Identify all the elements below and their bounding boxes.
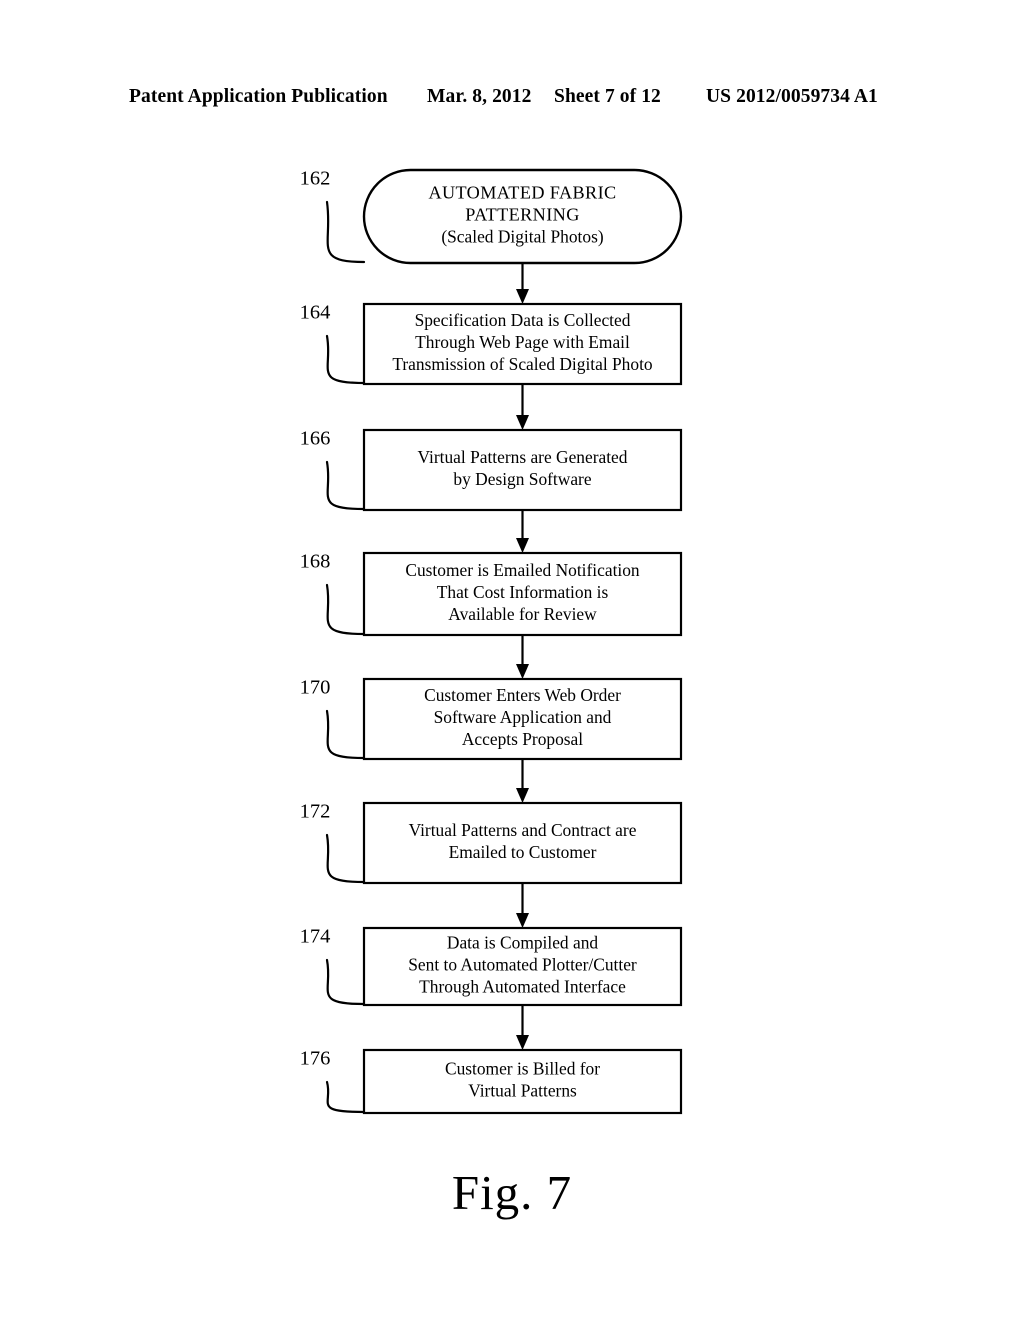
node-text-line: PATTERNING <box>465 205 579 225</box>
arrowhead-icon <box>516 913 529 928</box>
node-text-line: Virtual Patterns and Contract are <box>409 820 637 840</box>
arrowhead-icon <box>516 1035 529 1050</box>
flow-node-162: AUTOMATED FABRICPATTERNING(Scaled Digita… <box>362 168 683 265</box>
node-text-line: by Design Software <box>453 469 591 489</box>
reference-number: 162 <box>300 168 331 190</box>
flow-node-174: Data is Compiled andSent to Automated Pl… <box>362 926 683 1007</box>
arrowhead-icon <box>516 289 529 304</box>
reference-leader-176: 176 <box>300 1048 366 1114</box>
reference-number: 176 <box>300 1048 331 1070</box>
arrowhead-icon <box>516 415 529 430</box>
leader-line <box>325 583 366 636</box>
flow-node-168: Customer is Emailed NotificationThat Cos… <box>362 551 683 637</box>
flow-node-172: Virtual Patterns and Contract areEmailed… <box>362 801 683 885</box>
node-text-line: Through Web Page with Email <box>415 332 630 352</box>
reference-number: 174 <box>300 926 331 948</box>
flow-connector <box>516 510 529 553</box>
reference-number: 164 <box>300 302 331 324</box>
node-text-line: Customer is Emailed Notification <box>405 560 640 580</box>
reference-leader-166: 166 <box>300 428 366 511</box>
leader-line <box>325 334 366 385</box>
flow-node-166: Virtual Patterns are Generatedby Design … <box>362 428 683 512</box>
reference-leader-164: 164 <box>300 302 366 385</box>
node-text-line: Customer Enters Web Order <box>424 685 621 705</box>
node-text-line: Customer is Billed for <box>445 1059 600 1079</box>
reference-leader-172: 172 <box>300 801 366 884</box>
leader-line <box>325 709 366 760</box>
node-text-line: Emailed to Customer <box>449 842 597 862</box>
reference-number: 168 <box>300 551 331 573</box>
node-text-line: AUTOMATED FABRIC <box>428 183 616 203</box>
flow-connector <box>516 635 529 679</box>
arrowhead-icon <box>516 538 529 553</box>
leader-line <box>325 200 366 264</box>
node-text-line: Software Application and <box>434 707 612 727</box>
node-text-line: Virtual Patterns are Generated <box>418 447 628 467</box>
reference-leader-170: 170 <box>300 677 366 760</box>
reference-leader-162: 162 <box>300 168 366 264</box>
flow-connector <box>516 759 529 803</box>
flow-connector <box>516 263 529 304</box>
flow-node-176: Customer is Billed forVirtual Patterns <box>362 1048 683 1115</box>
node-text-line: Transmission of Scaled Digital Photo <box>392 354 653 374</box>
flow-node-164: Specification Data is CollectedThrough W… <box>362 302 683 386</box>
node-text-line: That Cost Information is <box>437 582 609 602</box>
node-text-line: Sent to Automated Plotter/Cutter <box>408 955 637 975</box>
flow-connector <box>516 1005 529 1050</box>
node-text-line: Data is Compiled and <box>447 933 598 953</box>
node-text-line: Specification Data is Collected <box>415 310 631 330</box>
arrowhead-icon <box>516 664 529 679</box>
node-text-line: (Scaled Digital Photos) <box>441 227 603 247</box>
leader-line <box>325 460 366 511</box>
reference-number: 170 <box>300 677 331 699</box>
node-text-line: Through Automated Interface <box>419 977 626 997</box>
flow-connector <box>516 384 529 430</box>
leader-line <box>325 833 366 884</box>
reference-number: 166 <box>300 428 331 450</box>
node-text-line: Virtual Patterns <box>468 1081 577 1101</box>
reference-leader-168: 168 <box>300 551 366 636</box>
patent-drawing-page: Patent Application Publication Mar. 8, 2… <box>0 0 1024 1320</box>
flowchart: AUTOMATED FABRICPATTERNING(Scaled Digita… <box>300 168 683 1115</box>
flow-node-170: Customer Enters Web OrderSoftware Applic… <box>362 677 683 761</box>
flow-connector <box>516 883 529 928</box>
arrowhead-icon <box>516 788 529 803</box>
node-text-line: Available for Review <box>448 604 597 624</box>
node-text-line: Accepts Proposal <box>462 729 583 749</box>
reference-number: 172 <box>300 801 331 823</box>
leader-line <box>325 1080 366 1114</box>
reference-leader-174: 174 <box>300 926 366 1006</box>
figure-caption: Fig. 7 <box>451 1165 573 1220</box>
leader-line <box>325 958 366 1006</box>
